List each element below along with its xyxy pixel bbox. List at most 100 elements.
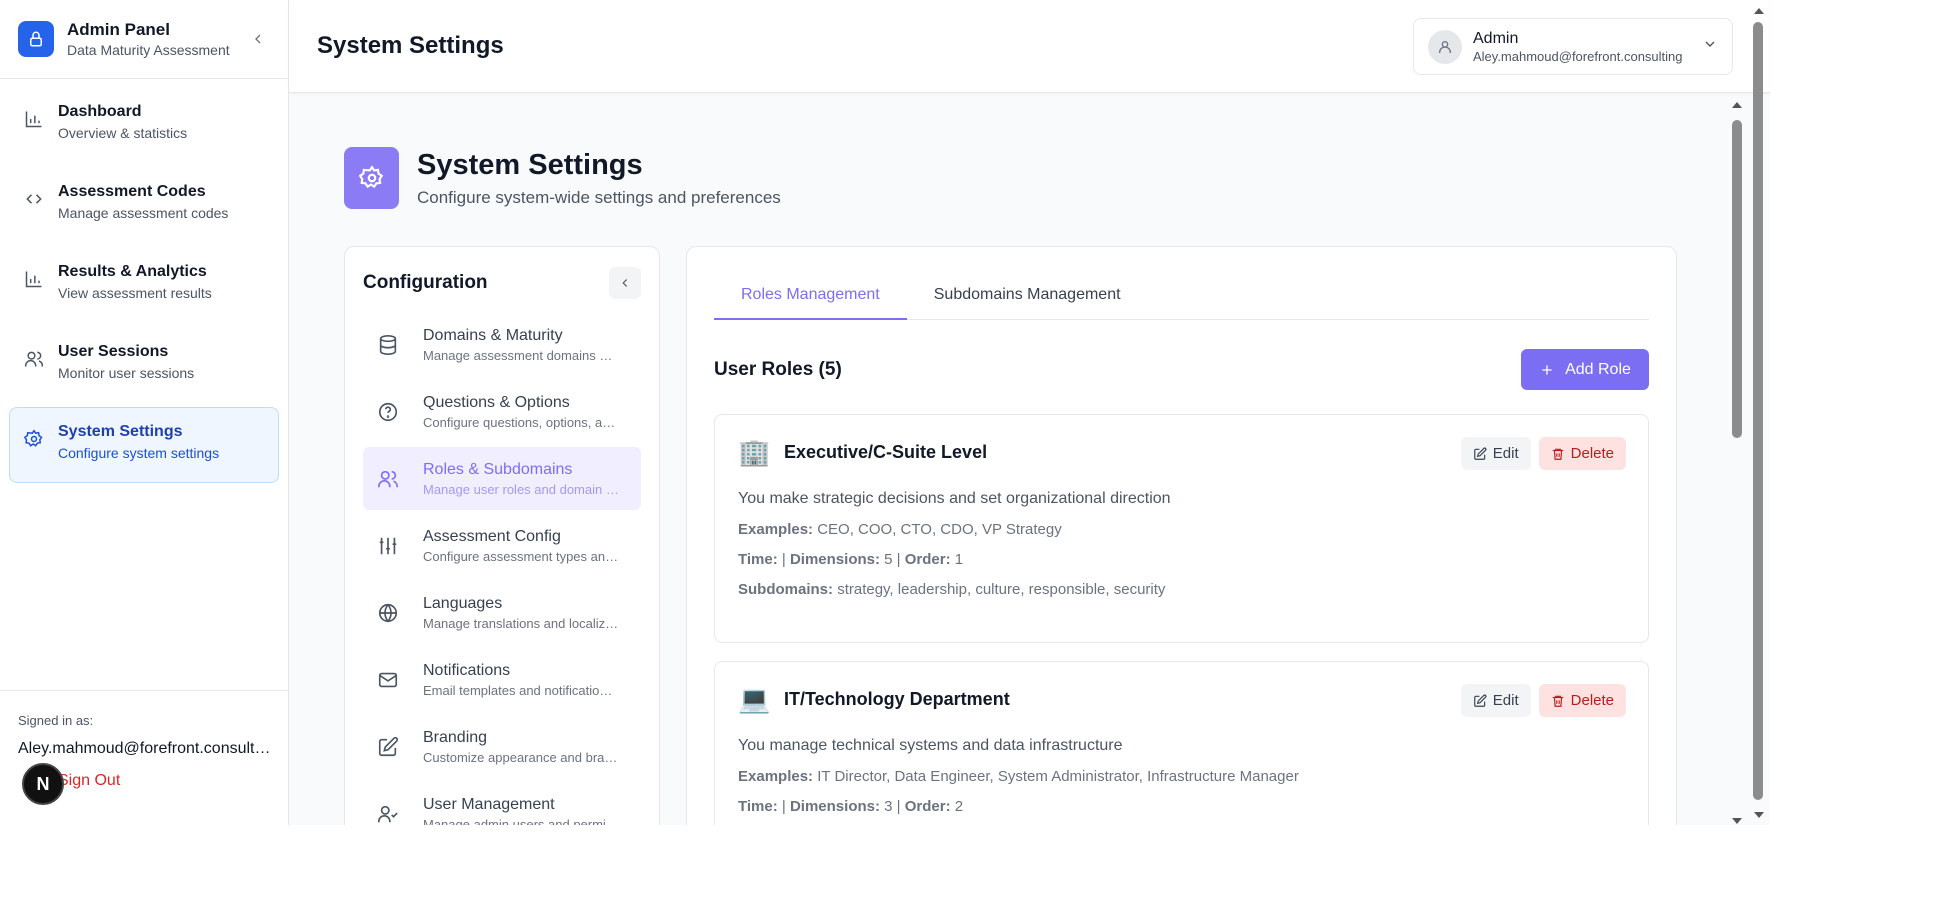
n-badge-icon[interactable]: N <box>22 763 64 805</box>
collapse-sidebar-button[interactable] <box>246 27 270 51</box>
edit-role-button[interactable]: Edit <box>1460 437 1531 470</box>
config-item-desc: Email templates and notification setting… <box>423 682 619 698</box>
sidebar-item-user-sessions[interactable]: User Sessions Monitor user sessions <box>9 327 279 403</box>
page-title: System Settings <box>417 148 643 181</box>
role-card: 🏢 Executive/C-Suite Level Edit Delete Yo… <box>714 414 1649 643</box>
add-role-button[interactable]: Add Role <box>1521 349 1649 390</box>
bar-chart-icon <box>25 111 42 128</box>
sidebar-item-system-settings[interactable]: System Settings Configure system settings <box>9 407 279 483</box>
config-item-user-management[interactable]: User Management Manage admin users and pe… <box>363 782 641 825</box>
page-scrollbar[interactable] <box>1748 0 1770 825</box>
config-item-desc: Configure assessment types and settings <box>423 548 619 564</box>
user-menu-button[interactable]: Admin Aley.mahmoud@forefront.consulting <box>1413 18 1733 75</box>
role-description: You make strategic decisions and set org… <box>738 490 1171 507</box>
signed-in-email: Aley.mahmoud@forefront.consulting <box>18 740 271 757</box>
role-name: IT/Technology Department <box>784 689 1010 709</box>
config-item-title: User Management <box>423 795 555 813</box>
config-item-title: Assessment Config <box>423 527 561 545</box>
app-window: Admin Panel Data Maturity Assessment Das… <box>0 0 1770 825</box>
config-item-desc: Manage user roles and domain mappings <box>423 481 619 497</box>
delete-label: Delete <box>1570 692 1614 709</box>
tab-roles-management[interactable]: Roles Management <box>714 271 907 320</box>
config-item-title: Notifications <box>423 661 511 679</box>
order-label: Order: <box>904 551 951 568</box>
config-item-questions[interactable]: Questions & Options Configure questions, … <box>363 380 641 443</box>
examples-label: Examples: <box>738 768 814 785</box>
edit-label: Edit <box>1492 445 1519 462</box>
content-scrollbar[interactable] <box>1726 98 1748 825</box>
sidebar-item-dashboard[interactable]: Dashboard Overview & statistics <box>9 87 279 163</box>
role-meta: Time: | Dimensions: 3 | Order: 2 <box>738 798 964 815</box>
role-name: Executive/C-Suite Level <box>784 442 988 462</box>
edit-icon <box>1473 447 1487 460</box>
user-icon <box>1439 40 1451 53</box>
config-item-assessment-config[interactable]: Assessment Config Configure assessment ty… <box>363 514 641 577</box>
order-value: 1 <box>954 551 964 568</box>
laptop-icon: 💻 <box>738 684 771 714</box>
config-item-domains[interactable]: Domains & Maturity Manage assessment doma… <box>363 313 641 376</box>
brand-title: Admin Panel <box>67 20 170 39</box>
sidebar-item-desc: Manage assessment codes <box>58 205 229 221</box>
examples-value: IT Director, Data Engineer, System Admin… <box>817 768 1299 785</box>
tab-subdomains-management[interactable]: Subdomains Management <box>907 271 1148 320</box>
scroll-down-icon[interactable] <box>1726 814 1748 825</box>
role-examples: Examples: IT Director, Data Engineer, Sy… <box>738 768 1625 785</box>
configuration-panel: Configuration Domains & Maturity Manage a… <box>344 246 660 825</box>
config-item-languages[interactable]: Languages Manage translations and localiz… <box>363 581 641 644</box>
sidebar-item-title: System Settings <box>58 423 183 440</box>
subdomains-value: strategy, leadership, culture, responsib… <box>837 581 1166 598</box>
chevron-down-icon <box>1702 36 1718 57</box>
role-meta: Time: | Dimensions: 5 | Order: 1 <box>738 551 964 568</box>
add-role-label: Add Role <box>1565 360 1631 378</box>
config-item-branding[interactable]: Branding Customize appearance and brandin… <box>363 715 641 778</box>
help-circle-icon <box>378 402 398 421</box>
config-item-title: Roles & Subdomains <box>423 460 573 478</box>
user-check-icon <box>378 805 398 822</box>
gear-icon <box>344 147 399 209</box>
collapse-config-button[interactable] <box>609 267 641 299</box>
page-scrollbar-thumb[interactable] <box>1753 22 1763 800</box>
signed-in-label: Signed in as: <box>18 713 94 728</box>
brand-subtitle: Data Maturity Assessment <box>67 42 230 58</box>
sidebar-item-results[interactable]: Results & Analytics View assessment resul… <box>9 247 279 323</box>
config-item-notifications[interactable]: Notifications Email templates and notific… <box>363 648 641 711</box>
content-scrollbar-thumb[interactable] <box>1732 120 1742 438</box>
avatar <box>1428 29 1462 64</box>
plus-icon <box>1542 364 1552 375</box>
sidebar-item-assessment-codes[interactable]: Assessment Codes Manage assessment codes <box>9 167 279 243</box>
scroll-up-icon[interactable] <box>1726 98 1748 112</box>
edit-role-button[interactable]: Edit <box>1460 684 1531 717</box>
role-description: You manage technical systems and data in… <box>738 737 1123 754</box>
scroll-down-icon[interactable] <box>1748 808 1770 822</box>
config-item-desc: Manage translations and localization <box>423 615 619 631</box>
sliders-icon <box>379 537 397 554</box>
edit-label: Edit <box>1492 692 1519 709</box>
sidebar-item-desc: Monitor user sessions <box>58 365 195 381</box>
brand-text: Admin Panel Data Maturity Assessment <box>67 20 230 58</box>
config-item-desc: Customize appearance and branding <box>423 749 619 765</box>
sidebar-item-desc: View assessment results <box>58 285 212 301</box>
delete-role-button[interactable]: Delete <box>1538 437 1626 470</box>
users-icon <box>378 470 398 487</box>
delete-role-button[interactable]: Delete <box>1538 684 1626 717</box>
sidebar-item-desc: Configure system settings <box>58 445 220 461</box>
role-examples: Examples: CEO, COO, CTO, CDO, VP Strateg… <box>738 521 1625 538</box>
config-item-title: Branding <box>423 728 488 746</box>
page-header: System Settings Configure system-wide se… <box>344 147 781 209</box>
delete-label: Delete <box>1570 445 1614 462</box>
examples-value: CEO, COO, CTO, CDO, VP Strategy <box>817 521 1062 538</box>
scroll-up-icon[interactable] <box>1748 4 1770 18</box>
edit-icon <box>378 736 399 756</box>
tabs: Roles Management Subdomains Management <box>714 271 1649 320</box>
time-label: Time: <box>738 551 778 568</box>
roles-panel: Roles Management Subdomains Management U… <box>686 246 1677 825</box>
config-item-roles[interactable]: Roles & Subdomains Manage user roles and … <box>363 447 641 510</box>
gear-icon <box>24 429 43 447</box>
globe-icon <box>378 603 398 623</box>
page-subtitle: Configure system-wide settings and prefe… <box>417 187 781 207</box>
bar-chart-icon <box>25 271 42 288</box>
order-label: Order: <box>904 798 951 815</box>
users-icon <box>24 351 44 367</box>
chevron-left-icon <box>622 279 628 287</box>
config-item-title: Domains & Maturity <box>423 326 563 344</box>
